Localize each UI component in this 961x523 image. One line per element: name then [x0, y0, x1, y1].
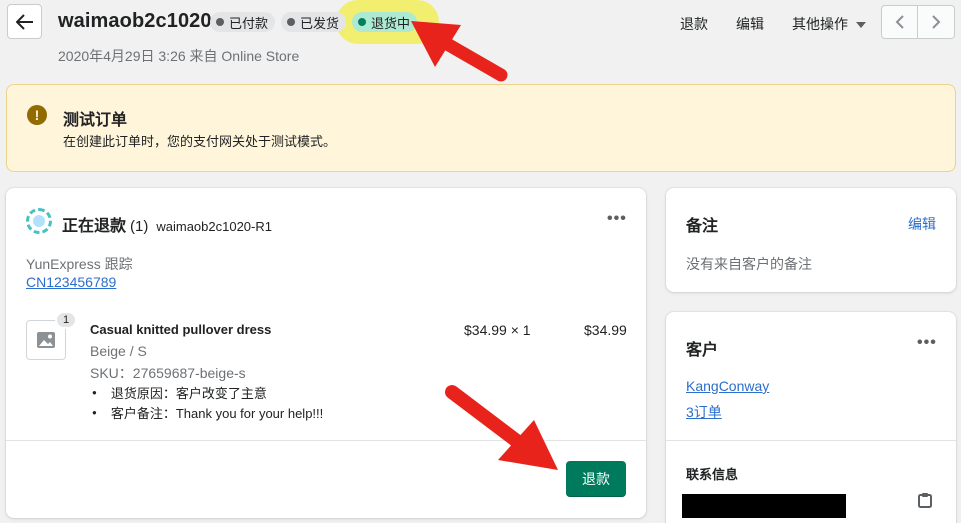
return-id: waimaob2c1020-R1: [156, 219, 272, 234]
quantity-badge: 1: [55, 311, 77, 329]
order-pager: [881, 5, 955, 39]
header-actions: 退款 编辑 其他操作: [680, 14, 866, 34]
next-order-button[interactable]: [918, 5, 955, 39]
previous-order-button[interactable]: [881, 5, 918, 39]
more-options-icon[interactable]: •••: [607, 210, 627, 228]
tracking-link[interactable]: CN123456789: [26, 274, 116, 290]
chevron-right-icon: [932, 15, 941, 29]
status-dot-icon: [287, 18, 296, 26]
banner-text: 在创建此订单时，您的支付网关处于测试模式。: [63, 134, 337, 149]
notes-empty-text: 没有来自客户的备注: [686, 256, 812, 272]
contact-info-title: 联系信息: [686, 467, 739, 482]
back-button[interactable]: [7, 4, 42, 39]
refund-button[interactable]: 退款: [566, 461, 626, 497]
customer-title: 客户: [686, 342, 719, 359]
notes-card: 备注 编辑 没有来自客户的备注: [666, 188, 956, 292]
warning-icon: !: [27, 105, 47, 125]
notes-title: 备注: [686, 218, 719, 235]
more-actions-menu[interactable]: 其他操作: [792, 14, 866, 34]
card-divider: [666, 440, 956, 441]
status-dot-icon: [358, 18, 367, 26]
line-total: $34.99: [584, 322, 627, 338]
customer-orders-link[interactable]: 3订单: [686, 402, 722, 422]
chevron-left-icon: [895, 15, 904, 29]
banner-title: 测试订单: [63, 112, 128, 129]
refund-card-title: 正在退款 (1) waimaob2c1020-R1: [62, 218, 272, 235]
arrow-left-icon: [15, 13, 33, 30]
redacted-email: [682, 494, 846, 518]
return-details-list: 退货原因：客户改变了主意 客户备注：Thank you for your hel…: [96, 382, 323, 422]
unit-price: $34.99 × 1: [464, 322, 531, 338]
status-dot-icon: [216, 18, 224, 26]
order-subtitle: 2020年4月29日 3:26 来自 Online Store: [58, 48, 300, 64]
test-order-banner: ! 测试订单 在创建此订单时，您的支付网关处于测试模式。: [6, 84, 956, 172]
refund-progress-icon: [26, 208, 52, 234]
status-badge-paid: 已付款: [210, 12, 276, 32]
status-badges: 已付款 已发货 退货中: [210, 12, 418, 32]
edit-action[interactable]: 编辑: [736, 14, 764, 34]
refund-card: 正在退款 (1) waimaob2c1020-R1 ••• YunExpress 跟…: [6, 188, 646, 518]
carrier-label: YunExpress 跟踪: [26, 256, 133, 272]
customer-more-icon[interactable]: •••: [917, 334, 937, 352]
refund-action[interactable]: 退款: [680, 14, 708, 34]
customer-card: 客户 ••• KangConway 3订单 联系信息: [666, 312, 956, 523]
status-badge-fulfilled: 已发货: [281, 12, 347, 32]
customer-note: 客户备注：Thank you for your help!!!: [96, 402, 323, 422]
order-title: waimaob2c1020: [58, 10, 212, 32]
notes-edit-link[interactable]: 编辑: [908, 214, 936, 234]
customer-name-link[interactable]: KangConway: [686, 378, 769, 394]
product-sku: SKU：27659687-beige-s: [90, 365, 246, 381]
product-variant: Beige / S: [90, 343, 147, 359]
image-placeholder-icon: [37, 332, 55, 348]
clipboard-icon[interactable]: [918, 492, 932, 508]
caret-down-icon: [856, 22, 866, 29]
status-badge-return: 退货中: [352, 12, 418, 32]
card-divider: [6, 440, 646, 441]
return-reason: 退货原因：客户改变了主意: [96, 382, 323, 402]
product-name[interactable]: Casual knitted pullover dress: [90, 322, 271, 337]
